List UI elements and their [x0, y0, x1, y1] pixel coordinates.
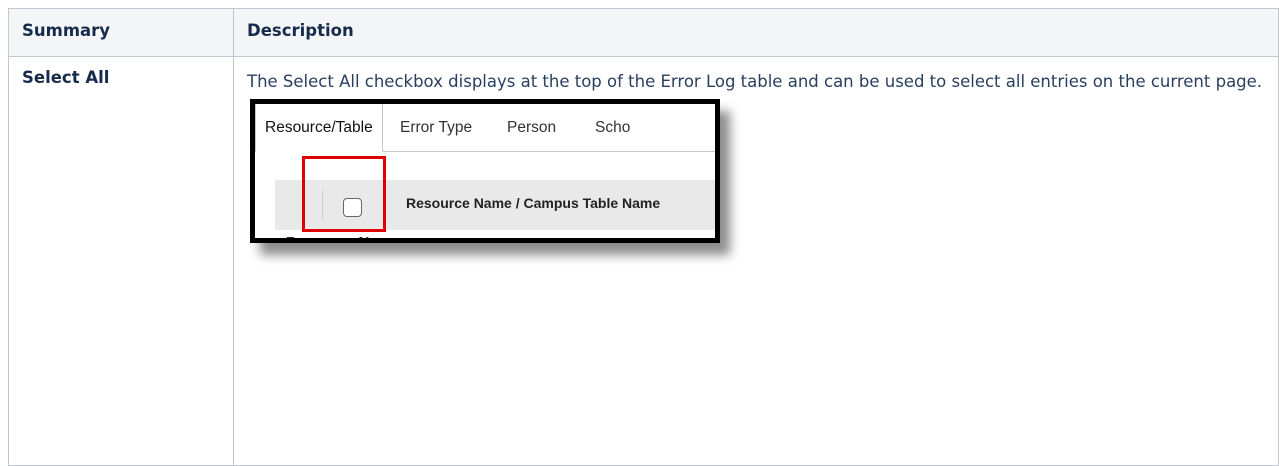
tab-error-type[interactable]: Error Type	[400, 104, 472, 152]
tab-resource-table[interactable]: Resource/Table	[255, 104, 383, 152]
tab-school[interactable]: Scho	[595, 104, 630, 152]
column-header-resource-name: Resource Name / Campus Table Name	[406, 195, 661, 211]
summary-cell: Select All	[8, 56, 234, 466]
tab-bar: Resource/Table Error Type Person Scho	[255, 104, 715, 152]
description-text: The Select All checkbox displays at the …	[247, 72, 1263, 91]
summary-description-table: Summary Description Select All The Selec…	[8, 8, 1279, 466]
group-row-resource-name[interactable]: ▼ Resource Name	[265, 234, 400, 243]
embedded-screenshot: Resource/Table Error Type Person Scho Re…	[250, 99, 730, 259]
description-cell: The Select All checkbox displays at the …	[233, 56, 1279, 466]
table-row: Select All The Select All checkbox displ…	[8, 56, 1279, 466]
highlight-box	[302, 156, 386, 232]
group-row-label: Resource Name	[285, 234, 400, 243]
table-header-row: Summary Description	[8, 8, 1279, 57]
header-description: Description	[233, 8, 1279, 57]
header-summary: Summary	[8, 8, 234, 57]
tab-person[interactable]: Person	[507, 104, 556, 152]
caret-down-icon: ▼	[265, 237, 275, 243]
